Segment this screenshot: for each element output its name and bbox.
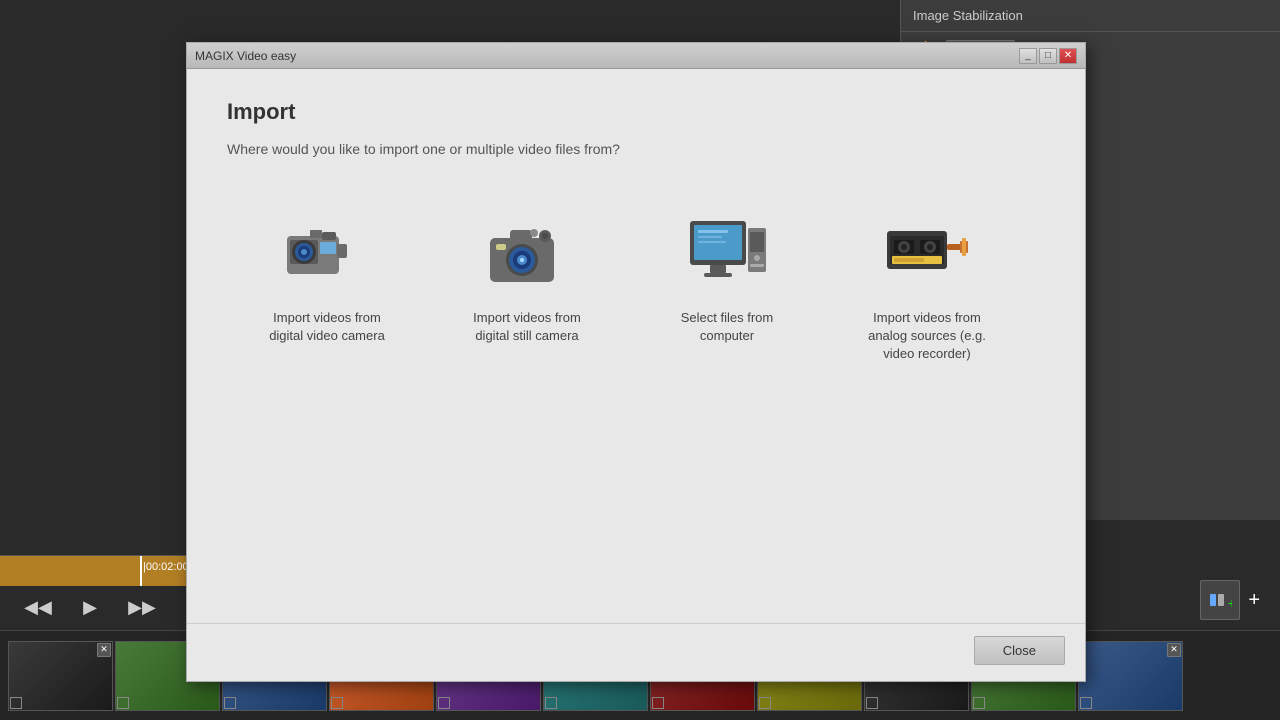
filmstrip-corner-4 (438, 697, 450, 709)
fast-forward-icon: ▶▶ (128, 597, 156, 618)
filmstrip-corner-5 (545, 697, 557, 709)
dialog-heading: Import (227, 99, 1045, 125)
filmstrip-corner-8 (866, 697, 878, 709)
add-track-button[interactable]: + (1200, 580, 1240, 620)
filmstrip-thumb-10[interactable]: ✕ (1078, 641, 1183, 711)
digital-video-camera-icon (282, 213, 372, 293)
bottom-right-controls: + + (1200, 580, 1260, 620)
svg-text:+: + (1228, 595, 1232, 611)
fast-forward-button[interactable]: ▶▶ (124, 589, 160, 625)
filmstrip-corner-2 (224, 697, 236, 709)
right-panel-header: Image Stabilization (901, 0, 1280, 32)
import-label-digital-still-camera: Import videos from digital still camera (463, 309, 591, 345)
import-label-analog-sources: Import videos from analog sources (e.g. … (863, 309, 991, 364)
close-button[interactable]: Close (974, 636, 1065, 665)
dialog-maximize-button[interactable]: □ (1039, 48, 1057, 64)
filmstrip-corner-1 (117, 697, 129, 709)
add-track-icon: + (1208, 588, 1232, 612)
dialog-title: MAGIX Video easy (195, 49, 296, 63)
filmstrip-corner-9 (973, 697, 985, 709)
analog-sources-icon (882, 213, 972, 293)
zoom-button[interactable]: + (1248, 589, 1260, 612)
filmstrip-corner-3 (331, 697, 343, 709)
image-stabilization-label: Image Stabilization (913, 8, 1023, 23)
dialog-footer: Close (187, 623, 1085, 681)
rewind-icon: ◀◀ (24, 597, 52, 618)
import-label-computer: Select files from computer (663, 309, 791, 345)
import-label-digital-video-camera: Import videos from digital video camera (263, 309, 391, 345)
import-option-digital-still-camera[interactable]: Import videos from digital still camera (447, 197, 607, 380)
dialog-close-button[interactable]: ✕ (1059, 48, 1077, 64)
import-option-digital-video-camera[interactable]: Import videos from digital video camera (247, 197, 407, 380)
digital-still-camera-icon (482, 213, 572, 293)
import-option-computer[interactable]: Select files from computer (647, 197, 807, 380)
import-dialog: MAGIX Video easy _ □ ✕ Import Where woul… (186, 42, 1086, 682)
time-code: |00:02:00 (143, 561, 189, 573)
filmstrip-corner-7 (759, 697, 771, 709)
computer-icon (682, 213, 772, 293)
filmstrip-close-0[interactable]: ✕ (97, 643, 111, 657)
dialog-titlebar: MAGIX Video easy _ □ ✕ (187, 43, 1085, 69)
transport-controls: ◀◀ ▶ ▶▶ (20, 589, 160, 625)
timeline-marker (140, 556, 142, 586)
filmstrip-corner-6 (652, 697, 664, 709)
import-options: Import videos from digital video camera (247, 197, 1045, 380)
filmstrip-thumb-0[interactable]: ✕ (8, 641, 113, 711)
filmstrip-corner-0 (10, 697, 22, 709)
filmstrip-corner-10 (1080, 697, 1092, 709)
rewind-button[interactable]: ◀◀ (20, 589, 56, 625)
play-icon: ▶ (83, 597, 97, 618)
import-option-analog-sources[interactable]: Import videos from analog sources (e.g. … (847, 197, 1007, 380)
dialog-minimize-button[interactable]: _ (1019, 48, 1037, 64)
filmstrip-close-10[interactable]: ✕ (1167, 643, 1181, 657)
dialog-body: Import Where would you like to import on… (187, 69, 1085, 623)
dialog-window-controls: _ □ ✕ (1019, 48, 1077, 64)
play-button[interactable]: ▶ (72, 589, 108, 625)
dialog-subtitle: Where would you like to import one or mu… (227, 141, 1045, 157)
